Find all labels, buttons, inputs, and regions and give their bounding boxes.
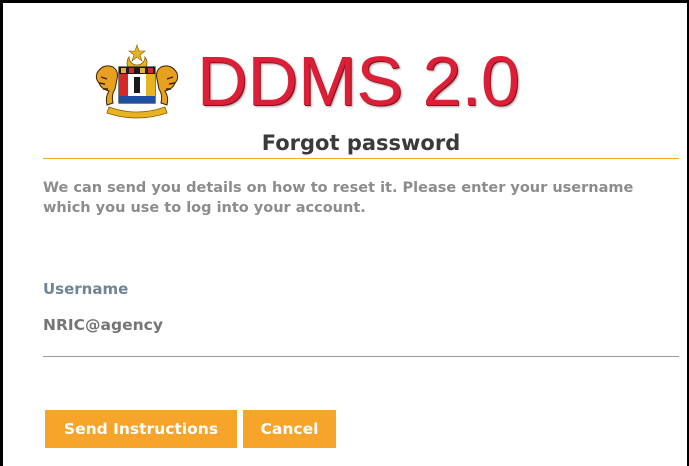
send-instructions-button[interactable]: Send Instructions [45,410,237,448]
app-title: DDMS 2.0 [197,42,520,120]
username-label: Username [43,280,129,298]
form-title: Forgot password [261,131,461,155]
page-frame: DDMS 2.0 Forgot password We can send you… [0,0,689,466]
username-input[interactable] [43,311,679,357]
title-divider [43,158,679,159]
brand-header: DDMS 2.0 [91,41,520,121]
malaysia-coat-of-arms-icon [95,44,179,119]
form-instructions: We can send you details on how to reset … [43,180,634,216]
cancel-button[interactable]: Cancel [243,410,336,448]
